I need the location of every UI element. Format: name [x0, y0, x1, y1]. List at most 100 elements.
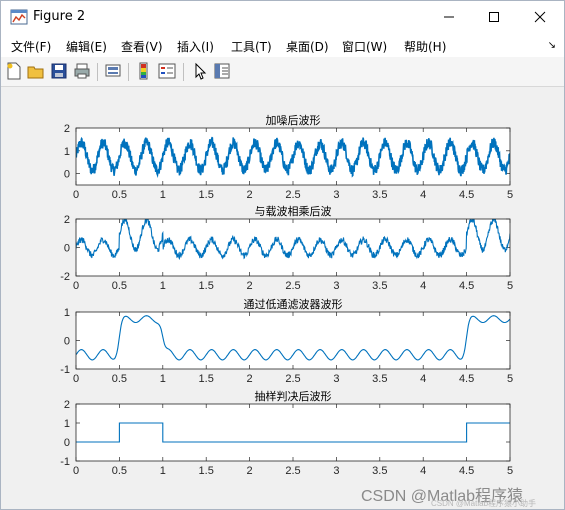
- y-tick-label: 1: [64, 307, 70, 319]
- x-tick-label: 4: [420, 373, 426, 385]
- x-tick-label: 3: [333, 280, 339, 292]
- menu-help[interactable]: 帮助(H): [404, 38, 446, 55]
- open-file-icon[interactable]: [27, 62, 45, 80]
- x-tick-label: 2.5: [285, 465, 300, 477]
- close-button[interactable]: [517, 1, 563, 33]
- x-tick-label: 0: [73, 373, 79, 385]
- x-tick-label: 5: [507, 280, 513, 292]
- y-tick-label: 0: [64, 243, 70, 255]
- y-tick-label: -1: [60, 364, 70, 376]
- x-tick-label: 1.5: [199, 189, 214, 201]
- menu-overflow-arrow[interactable]: ↘: [548, 40, 556, 51]
- x-tick-label: 2: [247, 189, 253, 201]
- pointer-icon[interactable]: [191, 62, 209, 80]
- menu-edit[interactable]: 编辑(E): [66, 38, 107, 55]
- x-tick-label: 1: [160, 465, 166, 477]
- y-tick-label: 0: [64, 336, 70, 348]
- x-tick-label: 1: [160, 189, 166, 201]
- x-tick-label: 0: [73, 189, 79, 201]
- title-bar[interactable]: Figure 2: [1, 1, 564, 33]
- matlab-figure-icon: [10, 9, 28, 25]
- close-icon: [534, 11, 546, 23]
- y-tick-label: 0: [64, 169, 70, 181]
- menu-desktop[interactable]: 桌面(D): [286, 38, 329, 55]
- menu-tools[interactable]: 工具(T): [231, 38, 272, 55]
- link-plot-icon[interactable]: [104, 62, 122, 80]
- axes-background: [76, 312, 510, 369]
- x-tick-label: 2.5: [285, 189, 300, 201]
- x-tick-label: 4.5: [459, 465, 474, 477]
- menu-bar: 文件(F) 编辑(E) 查看(V) 插入(I) 工具(T) 桌面(D) 窗口(W…: [1, 33, 564, 57]
- x-tick-label: 3.5: [372, 373, 387, 385]
- menu-view[interactable]: 查看(V): [121, 38, 163, 55]
- subplot-title: 与载波相乘后波: [255, 205, 332, 218]
- x-tick-label: 1.5: [199, 465, 214, 477]
- x-tick-label: 2: [247, 465, 253, 477]
- print-icon[interactable]: [73, 62, 91, 80]
- y-tick-label: 2: [64, 123, 70, 135]
- subplot-title: 抽样判决后波形: [255, 389, 332, 403]
- x-tick-label: 4: [420, 465, 426, 477]
- window-title: Figure 2: [33, 9, 86, 24]
- y-tick-label: 0: [64, 437, 70, 449]
- y-tick-label: -1: [60, 456, 70, 468]
- x-tick-label: 0: [73, 465, 79, 477]
- x-tick-label: 3.5: [372, 189, 387, 201]
- toolbar-separator: [128, 63, 129, 81]
- x-tick-label: 2: [247, 280, 253, 292]
- subplot-title: 通过低通滤波器波形: [244, 298, 343, 311]
- subplot-3: 通过低通滤波器波形0 0.5 1 1.5 2 2.5 3 3.5 4 4.5 5-101: [60, 298, 513, 385]
- maximize-icon: [489, 12, 499, 22]
- y-tick-label: 1: [64, 146, 70, 158]
- property-inspector-icon[interactable]: [213, 62, 231, 80]
- y-tick-label: 1: [64, 418, 70, 430]
- toolbar-separator: [97, 63, 98, 81]
- minimize-button[interactable]: [426, 1, 472, 33]
- axes-background: [76, 404, 510, 461]
- x-tick-label: 0: [73, 280, 79, 292]
- toolbar: [1, 57, 564, 87]
- x-tick-label: 4: [420, 189, 426, 201]
- x-tick-label: 5: [507, 373, 513, 385]
- y-tick-label: -2: [60, 271, 70, 283]
- menu-insert[interactable]: 插入(I): [177, 38, 214, 55]
- x-tick-label: 3: [333, 373, 339, 385]
- subplot-2: 与载波相乘后波0 0.5 1 1.5 2 2.5 3 3.5 4 4.5 5-202: [60, 205, 513, 292]
- subplot-4: 抽样判决后波形0 0.5 1 1.5 2 2.5 3 3.5 4 4.5 5-1012: [60, 389, 513, 477]
- new-figure-icon[interactable]: [5, 62, 23, 80]
- x-tick-label: 4.5: [459, 280, 474, 292]
- x-tick-label: 3.5: [372, 465, 387, 477]
- x-tick-label: 5: [507, 465, 513, 477]
- maximize-button[interactable]: [471, 1, 517, 33]
- menu-window[interactable]: 窗口(W): [342, 38, 387, 55]
- watermark-sub: CSDN @Matlab程序猿小助手: [431, 499, 537, 508]
- x-tick-label: 0.5: [112, 280, 127, 292]
- x-tick-label: 3.5: [372, 280, 387, 292]
- x-tick-label: 4.5: [459, 373, 474, 385]
- x-tick-label: 1.5: [199, 280, 214, 292]
- x-tick-label: 3: [333, 189, 339, 201]
- figure-canvas[interactable]: 加噪后波形 0 0.5 1 1.5 2 2.5 3 3.5 4 4.5 5 0 1 2 与载波相乘后波 0 0.5…: [1, 87, 564, 509]
- menu-file[interactable]: 文件(F): [11, 38, 51, 55]
- figure-window: Figure 2 文件(F) 编辑(E) 查看(V) 插入(I) 工具(T) 桌…: [0, 0, 565, 510]
- toolbar-separator: [183, 63, 184, 81]
- x-tick-label: 1: [160, 373, 166, 385]
- y-tick-label: 2: [64, 214, 70, 226]
- insert-legend-icon[interactable]: [158, 62, 176, 80]
- subplot-1: 加噪后波形 0 0.5 1 1.5 2 2.5 3 3.5 4 4.5 5 0 1 2: [64, 114, 513, 201]
- x-tick-label: 3: [333, 465, 339, 477]
- x-tick-label: 1.5: [199, 373, 214, 385]
- x-tick-label: 0.5: [112, 373, 127, 385]
- x-tick-label: 4.5: [459, 189, 474, 201]
- x-tick-label: 5: [507, 189, 513, 201]
- x-tick-label: 2.5: [285, 280, 300, 292]
- figure-plots: 加噪后波形0 0.5 1 1.5 2 2.5 3 3.5 4 4.5 5012与载波相乘后波0 0.5…: [60, 114, 513, 477]
- x-tick-label: 4: [420, 280, 426, 292]
- y-tick-label: 2: [64, 399, 70, 411]
- x-tick-label: 0.5: [112, 465, 127, 477]
- save-icon[interactable]: [50, 62, 68, 80]
- x-tick-label: 2.5: [285, 373, 300, 385]
- x-tick-label: 0.5: [112, 189, 127, 201]
- x-tick-label: 2: [247, 373, 253, 385]
- insert-colorbar-icon[interactable]: [135, 62, 153, 80]
